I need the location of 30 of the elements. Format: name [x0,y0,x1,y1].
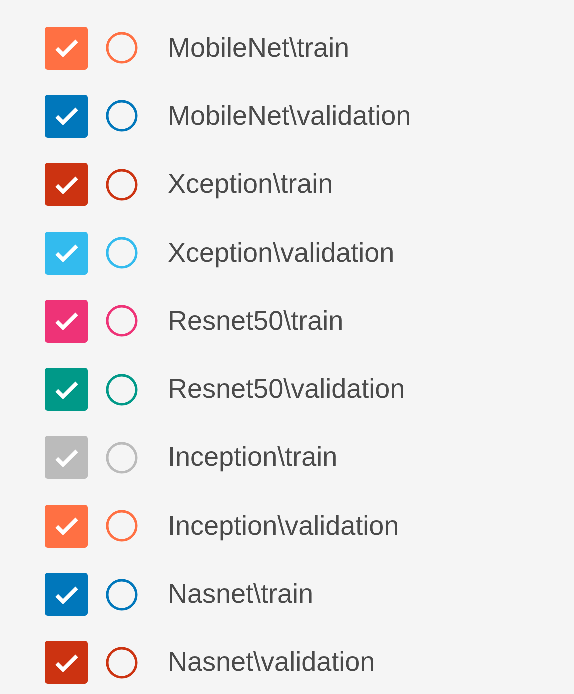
color-circle-icon [105,440,139,475]
color-circle-icon [105,509,139,544]
checkbox[interactable] [45,436,88,480]
checkbox[interactable] [45,504,88,548]
run-label: Resnet50\validation [168,374,406,406]
run-label: Nasnet\train [168,579,314,610]
checkbox[interactable] [45,163,88,206]
run-label: Inception\validation [168,510,400,542]
color-circle-icon [105,168,139,202]
color-circle-icon [105,31,139,66]
checkbox[interactable] [45,573,88,616]
checkbox[interactable] [45,26,88,70]
color-circle-icon [105,646,139,680]
run-label: MobileNet\validation [168,100,412,132]
run-label: MobileNet\train [168,32,350,64]
checkbox[interactable] [45,232,88,275]
checkbox[interactable] [45,300,88,343]
checkbox[interactable] [45,641,88,684]
color-circle-icon [105,372,139,407]
run-label: Nasnet\validation [168,647,376,678]
color-circle-icon [105,99,139,134]
checkbox[interactable] [45,94,88,138]
run-label: Xception\train [168,169,334,200]
color-circle-icon [105,304,139,338]
run-label: Resnet50\train [168,306,344,337]
color-circle-icon [105,236,139,270]
run-label: Xception\validation [168,238,395,269]
run-label: Inception\train [168,442,338,474]
color-circle-icon [105,578,139,612]
checkbox[interactable] [45,368,88,412]
